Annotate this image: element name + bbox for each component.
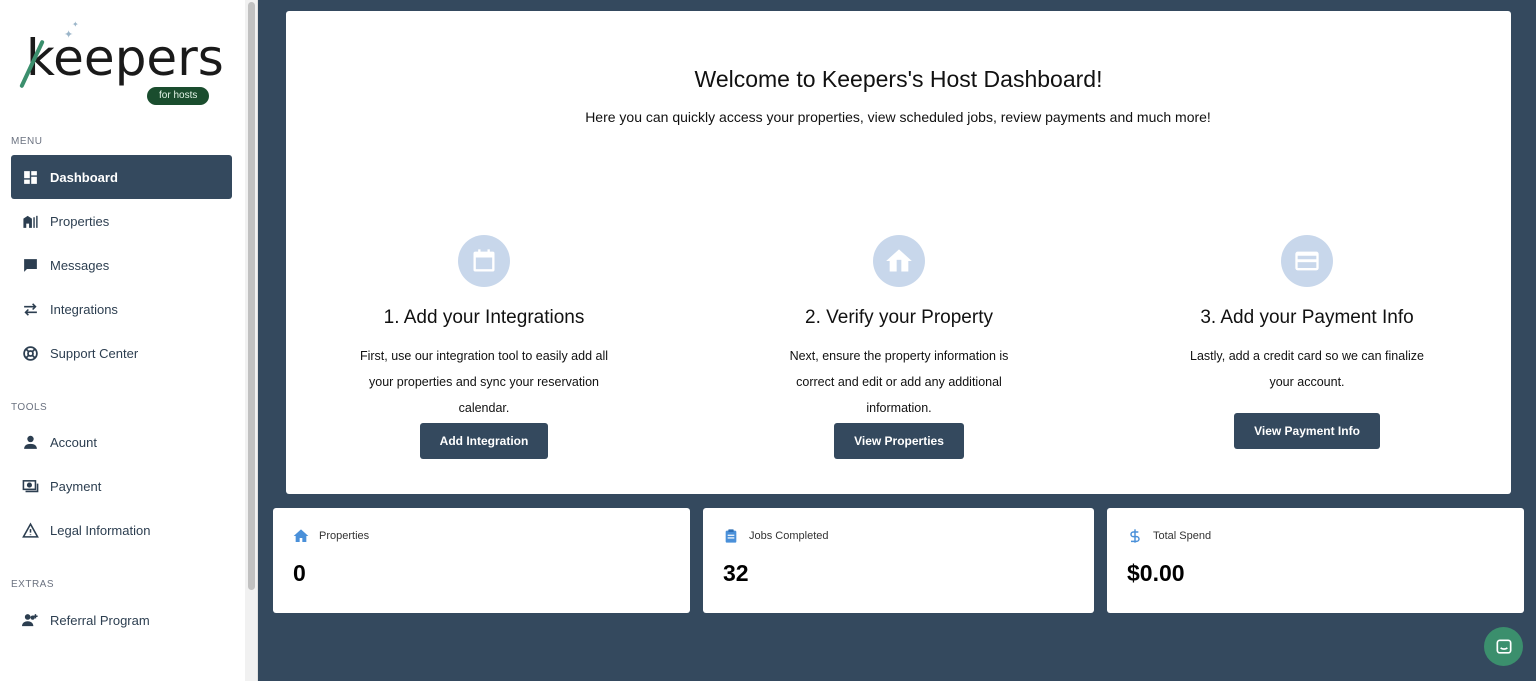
sidebar-item-label: Properties [50,213,110,229]
lifebuoy-icon [21,344,39,362]
stat-card-jobs-completed: Jobs Completed 32 [703,508,1094,613]
stat-value: 32 [723,560,749,586]
page-title: Welcome to Keepers's Host Dashboard! [694,66,1103,92]
welcome-subtitle: Here you can quickly access your propert… [585,109,1211,125]
warning-triangle-icon [21,521,39,539]
sidebar-item-legal-information[interactable]: Legal Information [11,508,232,552]
sidebar-item-label: Legal Information [50,522,151,538]
sidebar-item-label: Dashboard [50,169,118,185]
step-integrations: 1. Add your Integrations First, use our … [334,235,634,459]
add-integration-button[interactable]: Add Integration [419,423,549,459]
credit-card-icon [1281,235,1333,287]
sidebar-item-payment[interactable]: Payment [11,464,232,508]
sidebar-item-integrations[interactable]: Integrations [11,287,232,331]
sidebar-item-label: Messages [50,257,110,273]
home-icon [873,235,925,287]
sidebar-item-dashboard[interactable]: Dashboard [11,155,232,199]
sidebar-item-label: Referral Program [50,612,150,628]
logo-badge: for hosts [147,87,210,105]
step-description: Lastly, add a credit card so we can fina… [1190,349,1424,389]
buildings-icon [21,212,39,230]
sidebar-item-support-center[interactable]: Support Center [11,331,232,375]
view-properties-button[interactable]: View Properties [834,423,964,459]
sidebar-item-messages[interactable]: Messages [11,243,232,287]
stat-label: Properties [319,530,370,542]
step-title: 3. Add your Payment Info [1200,307,1414,328]
stat-card-properties: Properties 0 [273,508,690,613]
sidebar-item-properties[interactable]: Properties [11,199,232,243]
dashboard-icon [21,168,39,186]
stat-label: Total Spend [1153,530,1212,542]
cash-icon [21,477,39,495]
sidebar-item-account[interactable]: Account [11,420,232,464]
step-description: Next, ensure the property information is… [789,349,1009,415]
section-label-tools: TOOLS [11,402,48,413]
stat-value: $0.00 [1127,560,1185,586]
sidebar-item-label: Support Center [50,345,139,361]
keepers-logo[interactable]: ✦ ✦ keepers for hosts [19,20,226,110]
add-user-icon [21,611,39,629]
chat-launcher-button[interactable] [1484,627,1523,666]
chat-bubble-icon [21,256,39,274]
person-icon [21,433,39,451]
view-payment-info-button[interactable]: View Payment Info [1234,413,1380,449]
sidebar: ✦ ✦ keepers for hosts MENU Dashboard Pro… [0,0,245,681]
calendar-icon [458,235,510,287]
step-verify-property: 2. Verify your Property Next, ensure the… [749,235,1049,459]
sidebar-item-label: Payment [50,478,102,494]
step-description: First, use our integration tool to easil… [359,349,609,415]
stat-value: 0 [293,560,306,586]
stat-label: Jobs Completed [749,530,829,542]
section-label-menu: MENU [11,136,43,147]
swap-arrows-icon [21,300,39,318]
section-label-extras: EXTRAS [11,579,55,590]
home-icon [293,529,309,542]
clipboard-icon [725,529,737,543]
welcome-card: Welcome to Keepers's Host Dashboard! Her… [286,11,1511,494]
sidebar-item-label: Integrations [50,301,118,317]
chat-icon [1496,639,1511,654]
step-payment-info: 3. Add your Payment Info Lastly, add a c… [1157,235,1457,449]
stat-card-total-spend: Total Spend $0.00 [1107,508,1524,613]
step-title: 2. Verify your Property [805,307,993,328]
dollar-icon [1130,529,1140,543]
sidebar-item-referral-program[interactable]: Referral Program [11,598,232,642]
step-title: 1. Add your Integrations [383,307,585,328]
logo-wordmark: keepers [26,29,224,87]
sidebar-scrollbar-thumb[interactable] [248,2,255,590]
sidebar-item-label: Account [50,434,97,450]
